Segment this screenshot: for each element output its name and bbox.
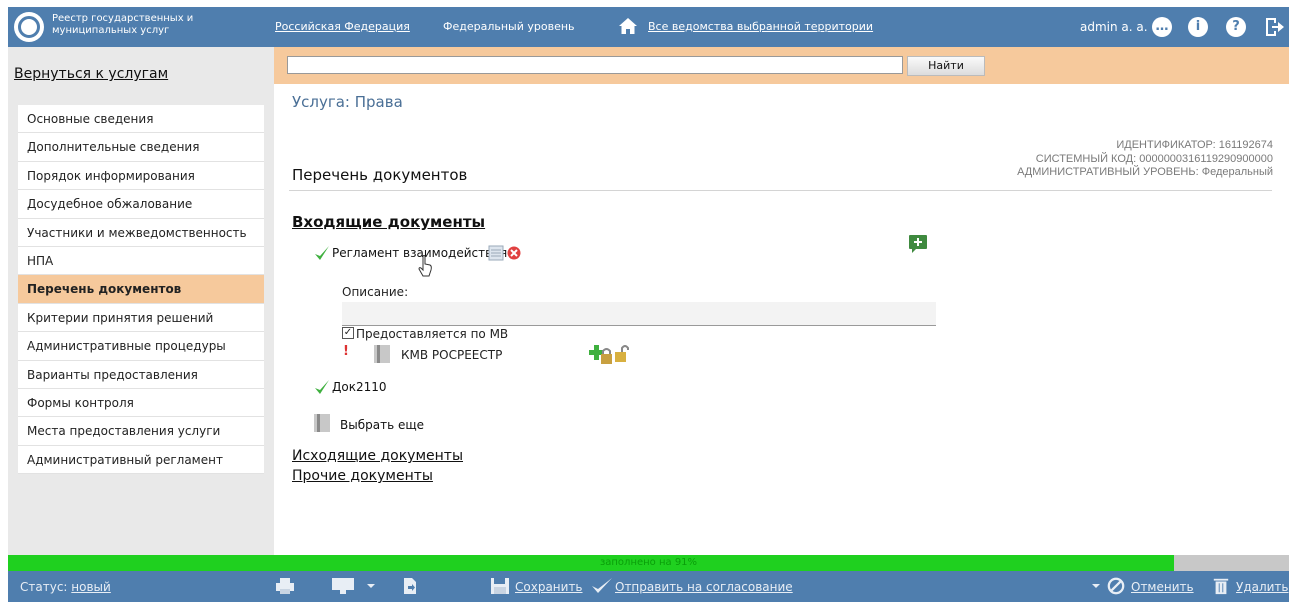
back-to-services-link[interactable]: Вернуться к услугам	[14, 66, 168, 82]
sidebar-item-participants[interactable]: Участники и межведомственность	[18, 219, 264, 247]
search-input[interactable]	[287, 56, 903, 74]
cancel-icon[interactable]	[1106, 577, 1126, 595]
unlock-icon[interactable]	[613, 343, 631, 363]
identifier: ИДЕНТИФИКАТОР: 161192674	[1116, 139, 1273, 151]
sidebar-item-control[interactable]: Формы контроля	[18, 389, 264, 418]
save-button[interactable]: Сохранить	[515, 580, 583, 594]
select-more-link[interactable]: Выбрать еще	[340, 418, 424, 432]
delete-icon[interactable]	[507, 246, 521, 260]
sidebar-item-npa[interactable]: НПА	[18, 247, 264, 276]
logout-icon[interactable]	[1263, 16, 1285, 38]
document-name[interactable]: Док2110	[332, 380, 387, 394]
other-documents-link[interactable]: Прочие документы	[292, 468, 433, 484]
sidebar-item-variants[interactable]: Варианты предоставления	[18, 361, 264, 389]
sidebar-item-informing[interactable]: Порядок информирования	[18, 162, 264, 191]
user-name[interactable]: admin a. a.	[1080, 20, 1148, 34]
description-label: Описание:	[342, 285, 409, 299]
required-mark: !	[343, 344, 349, 359]
kmv-label[interactable]: КМВ РОСРЕЕСТР	[401, 348, 502, 362]
top-bar: Реестр государственных и муниципальных у…	[8, 7, 1289, 47]
print-icon[interactable]	[275, 577, 295, 595]
hand-cursor-icon	[418, 255, 432, 277]
chevron-down-icon[interactable]	[365, 577, 377, 595]
cancel-button[interactable]: Отменить	[1131, 580, 1194, 594]
service-title: Услуга: Права	[292, 93, 403, 111]
outgoing-documents-link[interactable]: Исходящие документы	[292, 448, 463, 464]
incoming-documents-title[interactable]: Входящие документы	[292, 213, 485, 231]
monitor-icon[interactable]	[331, 577, 355, 595]
trash-icon[interactable]	[1212, 577, 1230, 595]
sidebar-item-documents[interactable]: Перечень документов	[18, 275, 264, 304]
progress-label: заполнено на 91%	[599, 557, 698, 568]
bottom-toolbar: Статус: новый Сохранить Отправить на сог…	[8, 571, 1289, 602]
description-field[interactable]	[342, 302, 936, 326]
sidebar-item-criteria[interactable]: Критерии принятия решений	[18, 304, 264, 333]
sidebar-item-additional-info[interactable]: Дополнительные сведения	[18, 133, 264, 162]
search-bar: Найти	[274, 47, 1289, 84]
chevron-down-icon[interactable]	[1090, 577, 1102, 595]
check-icon[interactable]	[591, 577, 613, 595]
check-icon	[315, 246, 329, 260]
admin-level: АДМИНИСТРАТИВНЫЙ УРОВЕНЬ: Федеральный	[1017, 166, 1273, 178]
sidebar-menu: Основные сведения Дополнительные сведени…	[18, 105, 264, 475]
add-document-icon[interactable]	[907, 233, 929, 255]
status-label: Статус:	[20, 580, 68, 594]
document-icon[interactable]	[488, 245, 504, 261]
level-link[interactable]: Федеральный уровень	[443, 20, 575, 33]
info-icon[interactable]: i	[1188, 17, 1208, 37]
mv-label: Предоставляется по МВ	[356, 327, 509, 341]
delete-button[interactable]: Удалить	[1236, 580, 1289, 594]
main-content: Услуга: Права ИДЕНТИФИКАТОР: 161192674 С…	[274, 84, 1289, 555]
sidebar-item-basic-info[interactable]: Основные сведения	[18, 105, 264, 134]
sidebar: Вернуться к услугам Основные сведения До…	[8, 47, 274, 555]
search-button[interactable]: Найти	[907, 56, 985, 76]
section-title: Перечень документов	[292, 166, 468, 184]
sidebar-item-regulation[interactable]: Административный регламент	[18, 446, 264, 475]
mv-checkbox[interactable]: ✓	[342, 327, 354, 339]
book-icon	[374, 345, 390, 363]
chat-icon[interactable]: …	[1152, 17, 1172, 37]
service-meta: ИДЕНТИФИКАТОР: 161192674 СИСТЕМНЫЙ КОД: …	[1017, 139, 1273, 180]
divider	[289, 190, 1272, 191]
home-icon[interactable]	[618, 16, 638, 36]
save-icon[interactable]	[490, 577, 510, 595]
app-name[interactable]: Реестр государственных и муниципальных у…	[52, 13, 232, 37]
sidebar-item-procedures[interactable]: Административные процедуры	[18, 332, 264, 361]
sidebar-item-appeal[interactable]: Досудебное обжалование	[18, 190, 264, 219]
sidebar-item-places[interactable]: Места предоставления услуги	[18, 417, 264, 446]
logo-icon[interactable]	[14, 12, 44, 42]
region-link[interactable]: Российская Федерация	[275, 20, 410, 33]
status-value[interactable]: новый	[71, 580, 111, 594]
check-icon	[315, 380, 329, 394]
agencies-link[interactable]: Все ведомства выбранной территории	[648, 20, 873, 33]
book-icon[interactable]	[313, 413, 331, 433]
help-icon[interactable]: ?	[1226, 17, 1246, 37]
completion-progress: заполнено на 91%	[8, 555, 1289, 571]
system-code: СИСТЕМНЫЙ КОД: 0000000316119290900000	[1035, 152, 1273, 165]
send-for-approval-button[interactable]: Отправить на согласование	[615, 580, 793, 594]
export-icon[interactable]	[403, 577, 417, 595]
add-access-icon[interactable]	[589, 343, 613, 365]
status: Статус: новый	[20, 580, 111, 594]
